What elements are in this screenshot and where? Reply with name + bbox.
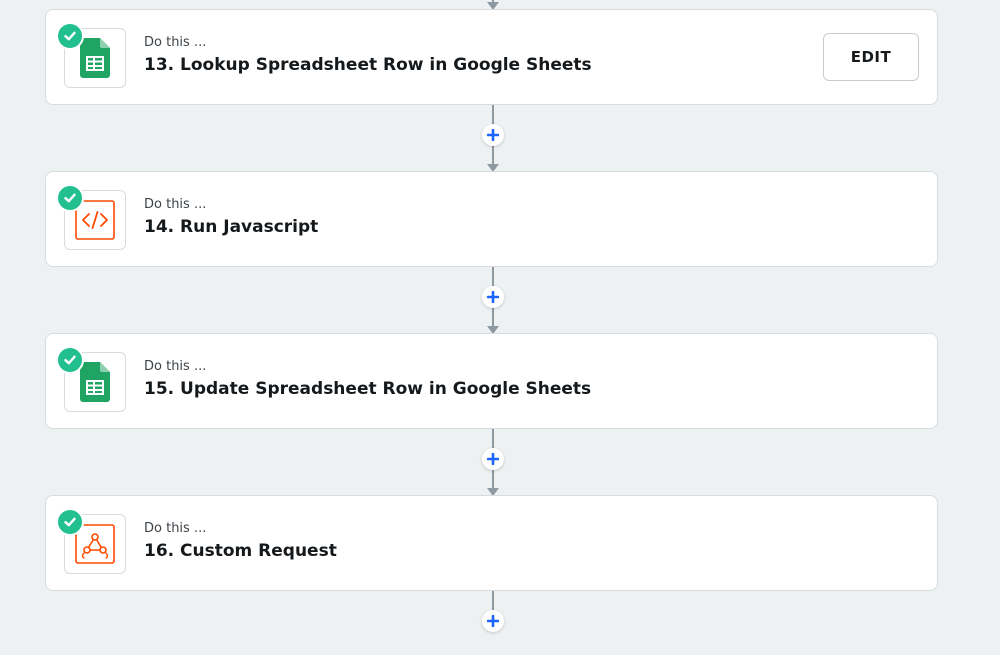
- step-prefix: Do this ...: [144, 197, 207, 212]
- step-title: 13. Lookup Spreadsheet Row in Google She…: [144, 55, 592, 75]
- check-circle-icon: [56, 346, 84, 374]
- step-card-16[interactable]: Do this ... 16. Custom Request: [45, 495, 938, 591]
- step-title: 14. Run Javascript: [144, 217, 319, 237]
- step-card-14[interactable]: Do this ... 14. Run Javascript: [45, 171, 938, 267]
- add-step-button[interactable]: [482, 286, 504, 308]
- add-step-button[interactable]: [482, 610, 504, 632]
- check-circle-icon: [56, 22, 84, 50]
- step-card-15[interactable]: Do this ... 15. Update Spreadsheet Row i…: [45, 333, 938, 429]
- plus-icon: [487, 453, 499, 465]
- check-circle-icon: [56, 184, 84, 212]
- step-title: 16. Custom Request: [144, 541, 337, 561]
- plus-icon: [487, 129, 499, 141]
- step-prefix: Do this ...: [144, 521, 207, 536]
- add-step-button[interactable]: [482, 448, 504, 470]
- step-card-13[interactable]: Do this ... 13. Lookup Spreadsheet Row i…: [45, 9, 938, 105]
- plus-icon: [487, 615, 499, 627]
- step-prefix: Do this ...: [144, 35, 207, 50]
- add-step-button[interactable]: [482, 124, 504, 146]
- edit-button[interactable]: EDIT: [823, 33, 919, 81]
- step-title: 15. Update Spreadsheet Row in Google She…: [144, 379, 592, 399]
- step-prefix: Do this ...: [144, 359, 207, 374]
- plus-icon: [487, 291, 499, 303]
- check-circle-icon: [56, 508, 84, 536]
